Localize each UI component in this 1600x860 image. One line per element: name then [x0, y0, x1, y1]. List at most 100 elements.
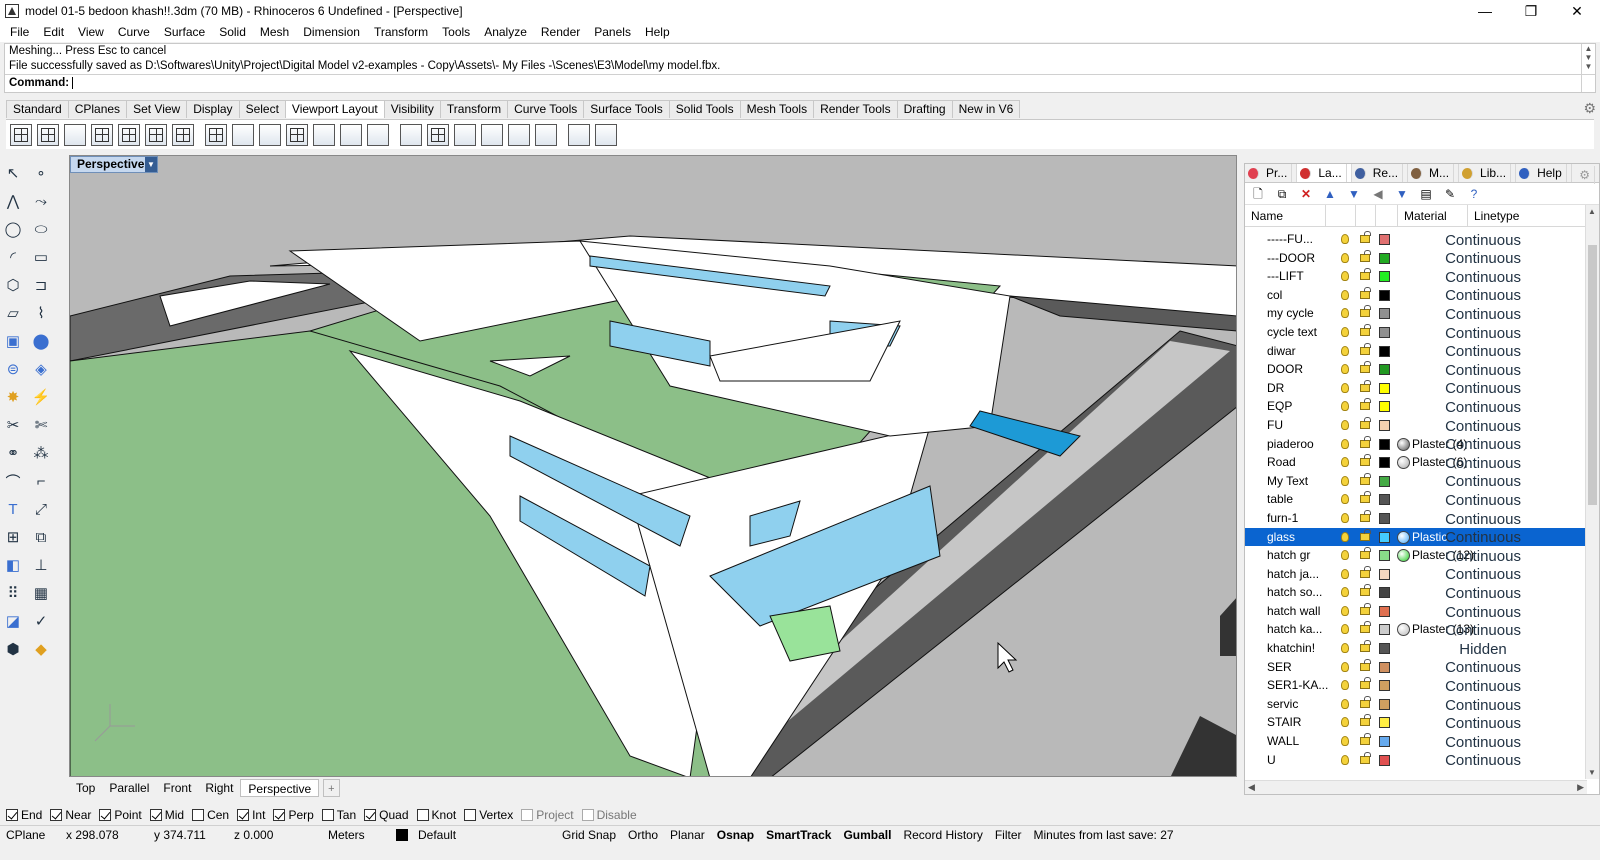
lock-icon[interactable] [1360, 305, 1371, 318]
osnap-checkbox[interactable] [364, 809, 377, 821]
split-horizontal-icon[interactable] [145, 123, 167, 146]
layer-color-swatch[interactable] [1379, 252, 1390, 264]
layer-color-swatch[interactable] [1379, 308, 1390, 320]
layer-row[interactable]: cycle text Continuous [1245, 323, 1585, 342]
tab-set-view[interactable]: Set View [126, 100, 187, 118]
select-arrow-icon[interactable]: ↖ [2, 162, 24, 184]
panel-tab[interactable]: Pr... [1245, 164, 1298, 182]
lightbulb-icon[interactable] [1341, 457, 1349, 468]
3d-model-render[interactable] [70, 156, 1237, 777]
panel-gear-icon[interactable]: ⚙ [1576, 166, 1595, 184]
menu-dimension[interactable]: Dimension [296, 25, 367, 39]
panel-tab[interactable]: La... [1297, 164, 1352, 182]
analyze-icon[interactable]: ◪ [2, 610, 24, 632]
layer-color-swatch[interactable] [1379, 661, 1390, 673]
block-icon[interactable]: ⬢ [2, 638, 24, 660]
osnap-checkbox[interactable] [416, 809, 429, 821]
layer-row[interactable]: EQP Continuous [1245, 397, 1585, 416]
osnap-project[interactable]: Project [521, 808, 574, 822]
osnap-checkbox[interactable] [192, 809, 205, 821]
move-down-icon[interactable]: ▼ [1347, 187, 1361, 201]
material-icon[interactable]: ◆ [30, 638, 52, 660]
osnap-checkbox[interactable] [464, 809, 477, 821]
chamfer-icon[interactable]: ⌐ [30, 470, 52, 492]
lightbulb-icon[interactable] [1341, 308, 1349, 319]
lock-icon[interactable] [1360, 528, 1371, 541]
three-viewports-icon[interactable] [37, 123, 59, 146]
mesh-icon[interactable]: ◈ [30, 358, 52, 380]
layer-color-swatch[interactable] [1379, 382, 1390, 394]
lock-icon[interactable] [1360, 435, 1371, 448]
lightbulb-icon[interactable] [1341, 252, 1349, 263]
menu-panels[interactable]: Panels [587, 25, 638, 39]
color-picker-icon[interactable] [367, 123, 389, 146]
mirror-icon[interactable]: ⧉ [30, 526, 52, 548]
layer-color-swatch[interactable] [1379, 494, 1390, 506]
rectangle-icon[interactable]: ▭ [30, 246, 52, 268]
tab-transform[interactable]: Transform [439, 100, 508, 118]
lightbulb-icon[interactable] [1341, 568, 1349, 579]
light-icon[interactable]: ✸ [2, 386, 24, 408]
layer-color-swatch[interactable] [1379, 624, 1390, 636]
osnap-checkbox[interactable] [149, 809, 162, 821]
layer-color-swatch[interactable] [1379, 698, 1390, 710]
layer-list-horizontal-scrollbar[interactable]: ◀ ▶ [1245, 780, 1587, 794]
lightbulb-icon[interactable] [1341, 271, 1349, 282]
viewport-tab-parallel[interactable]: Parallel [102, 779, 156, 797]
osnap-int[interactable]: Int [237, 808, 265, 822]
ellipse-icon[interactable]: ⬭ [30, 218, 52, 240]
new-viewport-icon[interactable] [91, 123, 113, 146]
osnap-cen[interactable]: Cen [192, 808, 229, 822]
arc-icon[interactable]: ◜ [2, 246, 24, 268]
lock-icon[interactable] [1360, 416, 1371, 429]
gear-icon[interactable]: ⚙ [1583, 100, 1596, 117]
layer-row[interactable]: FU Continuous [1245, 416, 1585, 435]
add-viewport-tab-button[interactable]: + [323, 779, 340, 797]
capture-icon[interactable] [535, 123, 557, 146]
zoom-view-icon[interactable] [259, 123, 281, 146]
column-name[interactable]: Name [1251, 209, 1283, 223]
layer-material[interactable]: Plastic [1412, 528, 1447, 547]
lock-icon[interactable] [1360, 547, 1371, 560]
osnap-tan[interactable]: Tan [321, 808, 356, 822]
status-toggle-planar[interactable]: Planar [664, 828, 711, 842]
layer-color-swatch[interactable] [1379, 605, 1390, 617]
viewport-tab-front[interactable]: Front [156, 779, 198, 797]
move-icon[interactable]: ⤢ [30, 498, 52, 520]
tab-cplanes[interactable]: CPlanes [67, 100, 127, 118]
layer-color-swatch[interactable] [1379, 289, 1390, 301]
cplane-icon[interactable] [454, 123, 476, 146]
render-icon[interactable]: ⚡ [30, 386, 52, 408]
solid-box-icon[interactable]: ◧ [2, 554, 24, 576]
lock-icon[interactable] [1360, 323, 1371, 336]
osnap-checkbox[interactable] [321, 809, 334, 821]
lightbulb-icon[interactable] [1341, 438, 1349, 449]
split-vertical-icon[interactable] [172, 123, 194, 146]
lock-icon[interactable] [1360, 231, 1371, 243]
layer-row[interactable]: col Continuous [1245, 286, 1585, 304]
lightbulb-icon[interactable] [1341, 736, 1349, 747]
floating-viewport-icon[interactable] [118, 123, 140, 146]
help-icon[interactable]: ? [1467, 187, 1481, 201]
detail-view-icon[interactable] [427, 123, 449, 146]
tab-new-in-v6[interactable]: New in V6 [951, 100, 1021, 118]
layer-row[interactable]: -----FU... Continuous [1245, 230, 1585, 249]
lock-icon[interactable] [1360, 342, 1371, 355]
tab-render-tools[interactable]: Render Tools [813, 100, 897, 118]
material-ball-icon[interactable] [1397, 437, 1410, 451]
layer-row[interactable]: SER1-KA... Continuous [1245, 676, 1585, 695]
lock-icon[interactable] [1360, 695, 1371, 708]
osnap-end[interactable]: End [6, 808, 42, 822]
layer-color-swatch[interactable] [1379, 401, 1390, 413]
layer-color-swatch[interactable] [1379, 457, 1390, 469]
layer-color-swatch[interactable] [1379, 550, 1390, 562]
boolean-icon[interactable]: ⬤ [30, 330, 52, 352]
maximize-button[interactable]: ❐ [1508, 0, 1554, 22]
lightbulb-icon[interactable] [1341, 326, 1349, 337]
osnap-checkbox[interactable] [237, 809, 250, 821]
lightbulb-icon[interactable] [1341, 587, 1349, 598]
tab-mesh-tools[interactable]: Mesh Tools [739, 100, 814, 118]
layer-row[interactable]: hatch ka... Plaster (13) Continuous [1245, 620, 1585, 639]
layer-color-swatch[interactable] [1379, 736, 1390, 748]
viewport-tab-right[interactable]: Right [198, 779, 240, 797]
